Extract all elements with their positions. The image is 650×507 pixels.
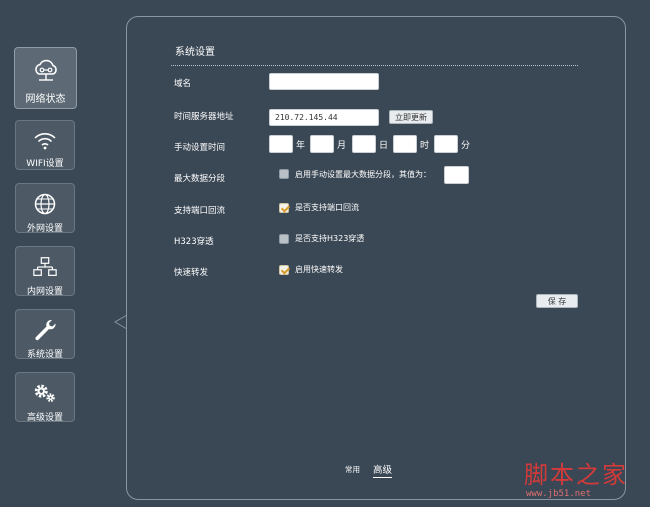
minute-input[interactable] <box>434 135 458 153</box>
domain-input[interactable] <box>269 73 379 90</box>
time-server-input[interactable] <box>269 109 379 126</box>
fast-forward-label: 快速转发 <box>174 268 209 278</box>
port-loopback-checkbox[interactable] <box>279 203 289 213</box>
tab-common[interactable]: 常用 <box>345 464 360 475</box>
sidebar-item-network-status[interactable]: 网络状态 <box>14 47 77 109</box>
fast-forward-checkbox[interactable] <box>279 265 289 275</box>
day-unit: 日 <box>379 141 389 151</box>
gears-icon <box>32 381 58 405</box>
sidebar-item-wifi[interactable]: WIFI设置 <box>15 120 75 170</box>
cloud-network-icon <box>31 58 61 84</box>
sidebar-item-lan-settings[interactable]: 内网设置 <box>15 246 75 297</box>
sidebar-item-label: 内网设置 <box>26 287 63 297</box>
sidebar-item-label: 高级设置 <box>26 413 63 423</box>
port-loopback-label: 支持端口回流 <box>174 206 226 216</box>
sidebar-item-label: WIFI设置 <box>26 159 64 169</box>
minute-unit: 分 <box>461 141 471 151</box>
sidebar-item-advanced-settings[interactable]: 高级设置 <box>15 372 75 423</box>
save-button[interactable]: 保 存 <box>536 294 578 308</box>
month-input[interactable] <box>310 135 334 153</box>
wrench-icon <box>32 318 58 342</box>
max-segment-label: 最大数据分段 <box>174 174 226 184</box>
max-segment-checkbox-label: 启用手动设置最大数据分段，其值为： <box>295 170 431 179</box>
year-input[interactable] <box>269 135 293 153</box>
h323-label: H323穿透 <box>174 237 214 247</box>
update-now-button[interactable]: 立即更新 <box>389 110 433 124</box>
lan-topology-icon <box>32 255 58 279</box>
h323-checkbox-label: 是否支持H323穿透 <box>295 234 365 243</box>
time-server-label: 时间服务器地址 <box>174 112 234 122</box>
month-unit: 月 <box>337 141 347 151</box>
sidebar-item-label: 系统设置 <box>26 350 63 360</box>
wifi-icon <box>32 129 58 151</box>
fast-forward-checkbox-label: 启用快速转发 <box>295 265 343 274</box>
tab-advanced[interactable]: 高级 <box>373 462 393 478</box>
port-loopback-checkbox-label: 是否支持端口回流 <box>295 203 359 212</box>
domain-label: 域名 <box>174 79 192 89</box>
system-settings-panel: 系统设置 域名 时间服务器地址 立即更新 手动设置时间 年 月 日 时 分 最大… <box>126 16 626 500</box>
hour-unit: 时 <box>420 141 430 151</box>
sidebar-item-label: 外网设置 <box>26 224 63 234</box>
max-segment-checkbox[interactable] <box>279 169 289 179</box>
hour-input[interactable] <box>393 135 417 153</box>
site-watermark-url: www.jb51.net <box>526 489 592 499</box>
manual-time-label: 手动设置时间 <box>174 143 226 153</box>
site-watermark: 脚本之家 <box>524 461 628 489</box>
sidebar-item-wan-settings[interactable]: 外网设置 <box>15 183 75 234</box>
sidebar-item-label: 网络状态 <box>25 94 66 105</box>
title-divider <box>171 65 578 66</box>
day-input[interactable] <box>352 135 376 153</box>
page-title: 系统设置 <box>175 47 215 58</box>
globe-icon <box>32 192 58 216</box>
max-segment-value-input[interactable] <box>444 166 469 184</box>
year-unit: 年 <box>296 141 306 151</box>
h323-checkbox[interactable] <box>279 234 289 244</box>
sidebar-item-system-settings[interactable]: 系统设置 <box>15 309 75 360</box>
